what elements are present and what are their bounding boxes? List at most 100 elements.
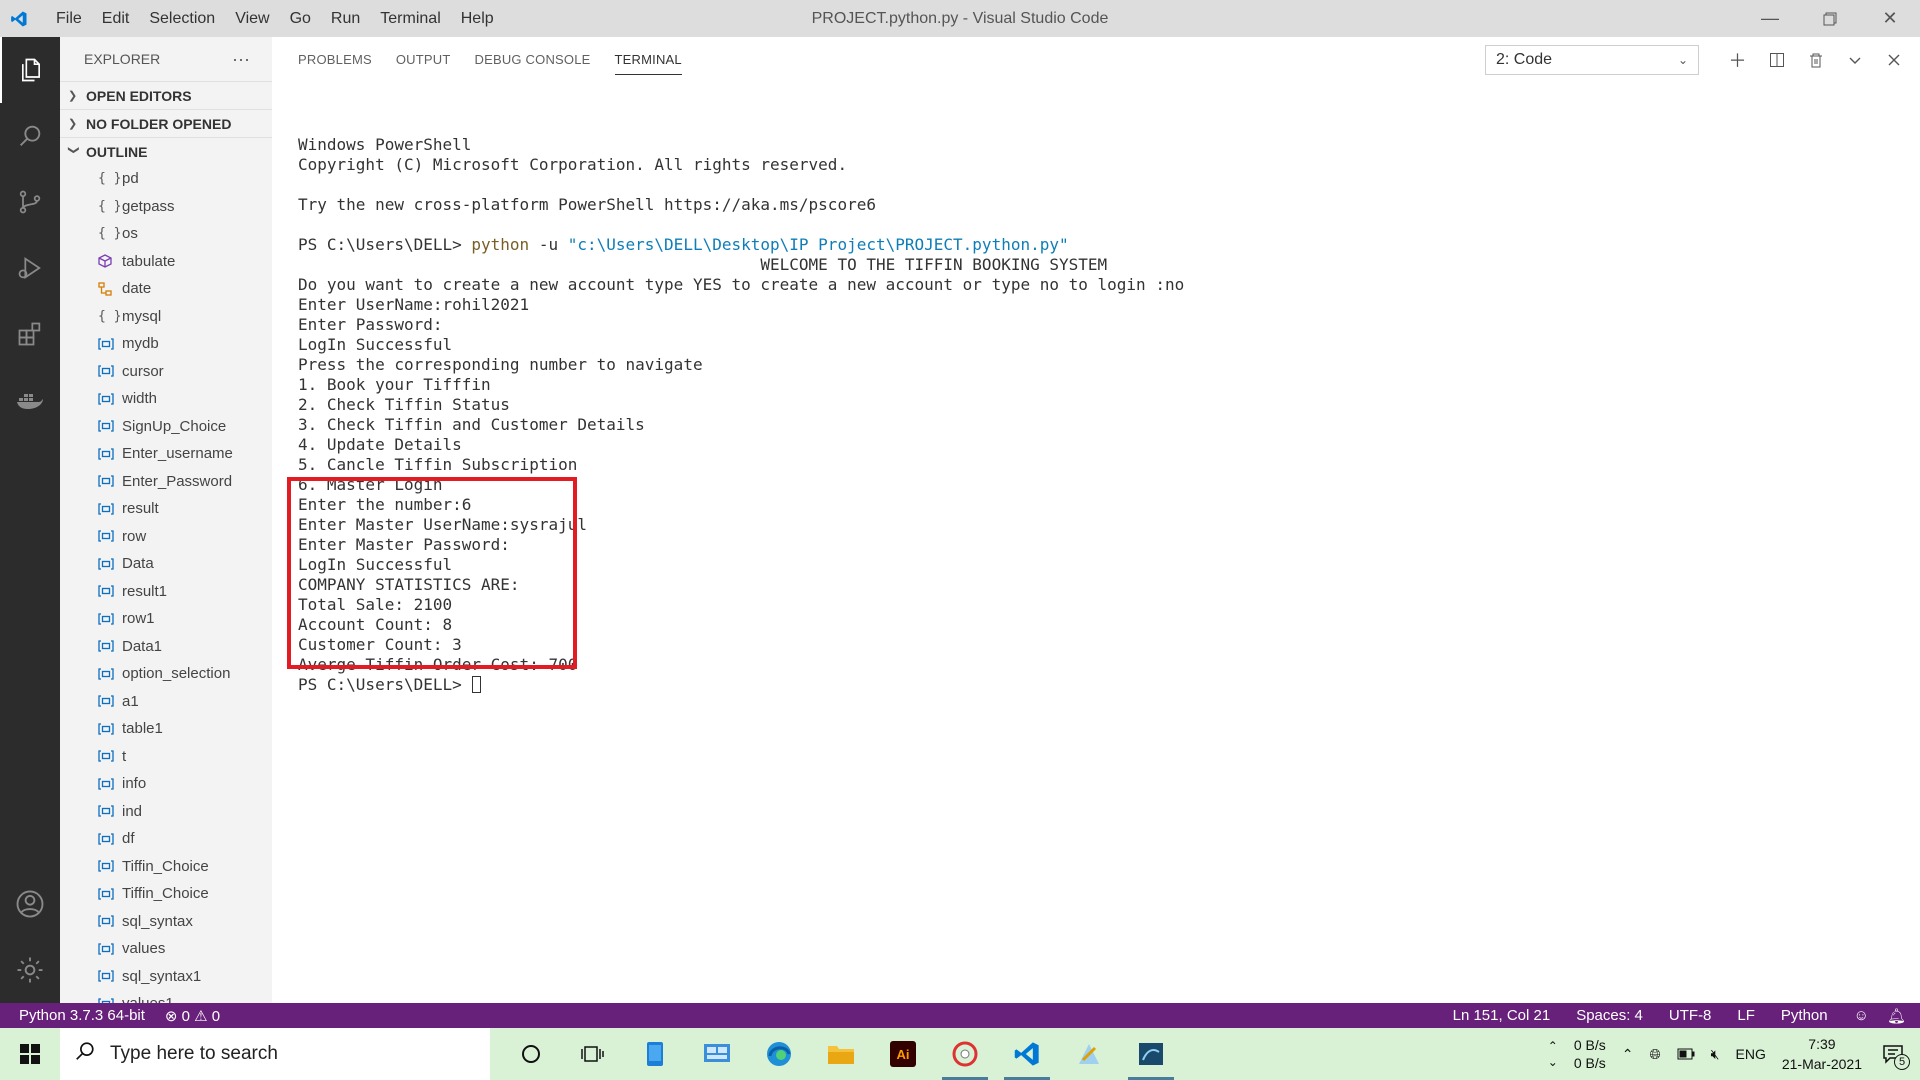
cortana-icon[interactable]	[500, 1028, 562, 1080]
outline-item[interactable]: Enter_username	[60, 440, 272, 468]
problems-count[interactable]: ⊗ 0 ⚠ 0	[165, 1007, 220, 1025]
add-icon[interactable]: ＋	[1718, 45, 1757, 75]
chevron-down-icon[interactable]	[1835, 45, 1874, 75]
minimize-icon[interactable]: —	[1740, 0, 1800, 37]
menu-go[interactable]: Go	[280, 0, 321, 37]
paint-3d-icon[interactable]	[1058, 1028, 1120, 1080]
outline-item[interactable]: option_selection	[60, 660, 272, 688]
file-explorer-icon[interactable]	[810, 1028, 872, 1080]
tab-debug-console[interactable]: DEBUG CONSOLE	[475, 37, 591, 81]
outline-item[interactable]: Tiffin_Choice	[60, 853, 272, 881]
show-hidden-icon[interactable]: ⌃	[1622, 1046, 1634, 1063]
outline-item-label: cursor	[122, 362, 164, 380]
outline-item[interactable]: SignUp_Choice	[60, 413, 272, 441]
vscode-taskbar-icon[interactable]	[996, 1028, 1058, 1080]
volume-muted-icon[interactable]: 🔇︎	[1711, 1046, 1720, 1063]
search-icon[interactable]	[0, 103, 60, 169]
menu-terminal[interactable]: Terminal	[370, 0, 450, 37]
outline-item[interactable]: Data1	[60, 633, 272, 661]
split-icon[interactable]	[1757, 45, 1796, 75]
outline-item[interactable]: Enter_Password	[60, 468, 272, 496]
menu-edit[interactable]: Edit	[92, 0, 140, 37]
outline-item[interactable]: df	[60, 825, 272, 853]
close-icon[interactable]	[1874, 45, 1913, 75]
outline-item[interactable]: date	[60, 275, 272, 303]
outline-item[interactable]: width	[60, 385, 272, 413]
variable-icon	[98, 475, 122, 487]
outline-item[interactable]: { } pd	[60, 165, 272, 193]
terminal-select[interactable]: 2: Code ⌄	[1485, 45, 1699, 75]
outline-item[interactable]: row	[60, 523, 272, 551]
section-outline[interactable]: ❯ OUTLINE	[60, 137, 272, 165]
menu-view[interactable]: View	[225, 0, 279, 37]
tab-output[interactable]: OUTPUT	[396, 37, 451, 81]
section-no-folder[interactable]: ❯ NO FOLDER OPENED	[60, 109, 272, 137]
account-icon[interactable]	[0, 871, 60, 937]
outline-item[interactable]: sql_syntax1	[60, 963, 272, 991]
terminal-line: 5. Cancle Tiffin Subscription	[298, 455, 578, 474]
outline-item[interactable]: cursor	[60, 358, 272, 386]
globe-icon[interactable]: 🌐︎	[1649, 1046, 1660, 1063]
outline-item[interactable]: result1	[60, 578, 272, 606]
language-mode[interactable]: Python	[1781, 1007, 1828, 1024]
input-language[interactable]: ENG	[1736, 1046, 1766, 1062]
outline-item[interactable]: values1	[60, 990, 272, 1003]
trash-icon[interactable]	[1796, 45, 1835, 75]
outline-item[interactable]: tabulate	[60, 248, 272, 276]
close-window-icon[interactable]: ✕	[1860, 0, 1920, 37]
python-interpreter[interactable]: Python 3.7.3 64-bit	[19, 1007, 145, 1024]
outline-item[interactable]: { } mysql	[60, 303, 272, 331]
windows-start-icon[interactable]	[0, 1028, 60, 1080]
outline-item[interactable]: result	[60, 495, 272, 523]
menu-run[interactable]: Run	[321, 0, 370, 37]
outline-item[interactable]: ind	[60, 798, 272, 826]
encoding[interactable]: UTF-8	[1669, 1007, 1712, 1024]
outline-item[interactable]: sql_syntax	[60, 908, 272, 936]
outline-item[interactable]: t	[60, 743, 272, 771]
phone-app-icon[interactable]	[624, 1028, 686, 1080]
cursor-position[interactable]: Ln 151, Col 21	[1453, 1007, 1551, 1024]
end-of-line[interactable]: LF	[1737, 1007, 1755, 1024]
outline-item[interactable]: a1	[60, 688, 272, 716]
edge-icon[interactable]	[748, 1028, 810, 1080]
paint-app-icon[interactable]	[934, 1028, 996, 1080]
extensions-icon[interactable]	[0, 301, 60, 367]
indentation[interactable]: Spaces: 4	[1576, 1007, 1643, 1024]
tray-arrows-icon[interactable]: ⌃ ⌄	[1548, 1038, 1558, 1070]
source-control-icon[interactable]	[0, 169, 60, 235]
terminal-cursor	[472, 676, 482, 693]
taskbar-search[interactable]: Type here to search	[60, 1028, 490, 1080]
outline-item[interactable]: table1	[60, 715, 272, 743]
run-debug-icon[interactable]	[0, 235, 60, 301]
explorer-icon[interactable]	[0, 37, 60, 103]
tab-terminal[interactable]: TERMINAL	[614, 37, 683, 81]
gear-icon[interactable]	[0, 937, 60, 1003]
menu-selection[interactable]: Selection	[139, 0, 225, 37]
outline-item[interactable]: Tiffin_Choice	[60, 880, 272, 908]
restore-icon[interactable]	[1800, 0, 1860, 37]
outline-item-label: Enter_username	[122, 445, 233, 463]
more-actions-icon[interactable]: ···	[232, 49, 250, 70]
clock[interactable]: 7:39 21-Mar-2021	[1782, 1034, 1862, 1074]
mysql-workbench-icon[interactable]	[1120, 1028, 1182, 1080]
docker-icon[interactable]	[0, 367, 60, 433]
battery-icon[interactable]	[1677, 1048, 1695, 1060]
notifications-icon[interactable]: 5	[1882, 1044, 1910, 1070]
control-panel-icon[interactable]	[686, 1028, 748, 1080]
outline-item[interactable]: Data	[60, 550, 272, 578]
outline-item[interactable]: mydb	[60, 330, 272, 358]
menu-file[interactable]: File	[46, 0, 92, 37]
task-view-icon[interactable]	[562, 1028, 624, 1080]
terminal-line: 4. Update Details	[298, 435, 462, 454]
feedback-icon[interactable]: ☺	[1854, 1007, 1869, 1024]
outline-item[interactable]: info	[60, 770, 272, 798]
outline-item[interactable]: { } os	[60, 220, 272, 248]
bell-icon[interactable]: 🔔︎	[1887, 1007, 1906, 1025]
menu-help[interactable]: Help	[451, 0, 504, 37]
tab-problems[interactable]: PROBLEMS	[298, 37, 372, 81]
outline-item[interactable]: row1	[60, 605, 272, 633]
outline-item[interactable]: { } getpass	[60, 193, 272, 221]
outline-item[interactable]: values	[60, 935, 272, 963]
section-open-editors[interactable]: ❯ OPEN EDITORS	[60, 81, 272, 109]
illustrator-icon[interactable]: Ai	[872, 1028, 934, 1080]
